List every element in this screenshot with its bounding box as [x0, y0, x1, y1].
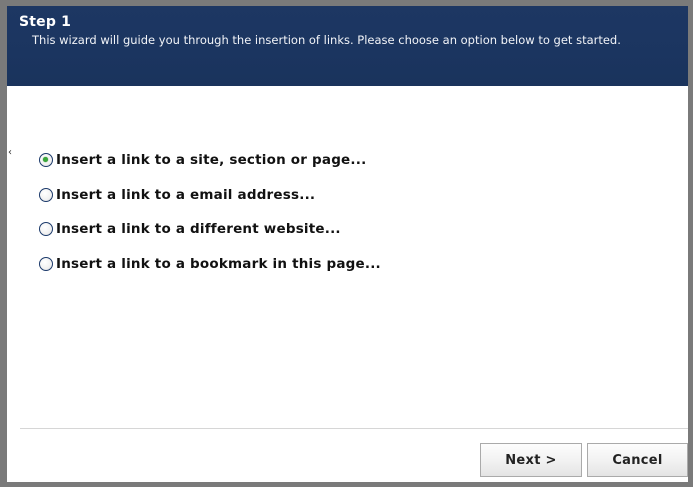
wizard-dialog: Step 1 This wizard will guide you throug…	[0, 0, 693, 487]
radio-bookmark[interactable]	[39, 256, 53, 271]
cancel-button[interactable]: Cancel	[587, 443, 688, 477]
next-button[interactable]: Next >	[480, 443, 582, 477]
option-label: Insert a link to a different website...	[56, 221, 341, 237]
step-title: Step 1	[19, 14, 72, 30]
option-email-address[interactable]: Insert a link to a email address...	[39, 186, 381, 221]
footer-divider	[20, 428, 688, 429]
wizard-header: Step 1 This wizard will guide you throug…	[7, 6, 688, 86]
option-site-section-page[interactable]: Insert a link to a site, section or page…	[39, 151, 381, 186]
edge-tick-mark: ‹	[8, 147, 12, 158]
radio-email-address[interactable]	[39, 187, 53, 202]
option-label: Insert a link to a bookmark in this page…	[56, 255, 381, 272]
option-label: Insert a link to a site, section or page…	[56, 152, 367, 168]
option-different-website[interactable]: Insert a link to a different website...	[39, 220, 381, 255]
option-bookmark[interactable]: Insert a link to a bookmark in this page…	[39, 255, 381, 290]
step-description: This wizard will guide you through the i…	[32, 33, 621, 47]
radio-different-website[interactable]	[39, 222, 53, 236]
radio-site-section-page[interactable]	[39, 153, 53, 167]
option-label: Insert a link to a email address...	[56, 186, 316, 203]
link-type-options: Insert a link to a site, section or page…	[39, 151, 381, 289]
